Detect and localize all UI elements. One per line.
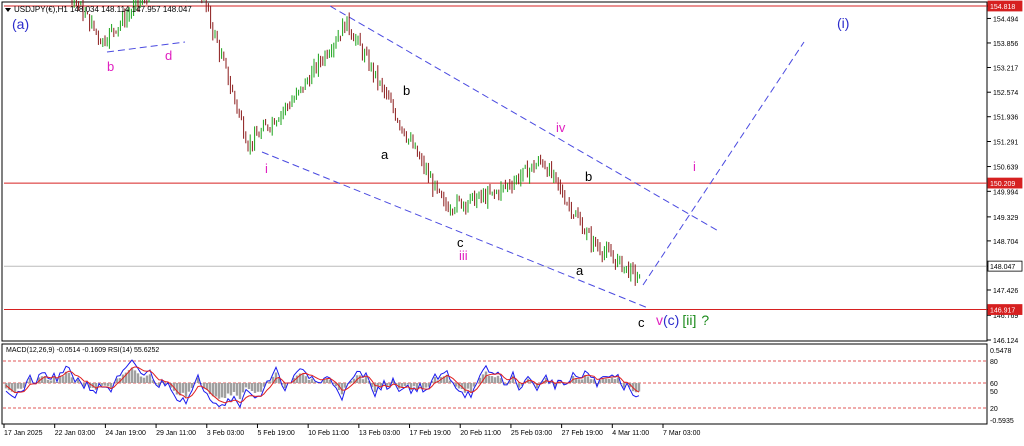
indicator-tick-label: 50 <box>990 389 998 396</box>
time-tick-label: 25 Feb 03:00 <box>511 430 552 437</box>
final-wave-label: v(c) [ii]? <box>656 312 709 328</box>
price-tick-label: 151.291 <box>993 139 1018 146</box>
price-tick-label: 149.329 <box>993 215 1018 222</box>
final-label-ii: [ii] <box>682 312 696 328</box>
time-tick-label: 7 Mar 03:00 <box>663 430 700 437</box>
chart-svg: USDJPY(€),H1 148.034 148.114 147.957 148… <box>1 0 1023 437</box>
price-tick-label: 154.494 <box>993 16 1018 23</box>
time-tick-label: 13 Feb 03:00 <box>359 430 400 437</box>
wave-label-a-black-2: a <box>576 263 584 278</box>
time-tick-label: 27 Feb 19:00 <box>562 430 603 437</box>
time-tick-label: 5 Feb 19:00 <box>257 430 294 437</box>
price-tick-label: 148.704 <box>993 239 1018 246</box>
final-label-question: ? <box>701 312 709 328</box>
chart-container: USDJPY(€),H1 148.034 148.114 147.957 148… <box>0 0 1024 441</box>
price-label-text: 150.209 <box>990 181 1015 188</box>
price-tick-label: 149.994 <box>993 189 1018 196</box>
time-tick-label: 3 Feb 03:00 <box>207 430 244 437</box>
indicator-tick-label: 60 <box>990 381 998 388</box>
time-tick-label: 10 Feb 11:00 <box>308 430 349 437</box>
wave-label-i-pink-right: i <box>693 159 696 174</box>
price-tick-label: 151.936 <box>993 115 1018 122</box>
time-tick-label: 17 Jan 2025 <box>4 430 43 437</box>
indicator-tick-label: 0.5478 <box>990 348 1012 355</box>
indicator-axis: 0.5478 80 6050 20 -0.5935 <box>990 348 1014 425</box>
price-label-text: 154.818 <box>990 4 1015 11</box>
wave-label-d-pink: d <box>165 48 172 63</box>
price-axis: 154.818 154.494 153.856 153.217 152.574 151.9… <box>987 0 1023 345</box>
price-tick-label: 150.639 <box>993 165 1018 172</box>
time-tick-label: 20 Feb 11:00 <box>460 430 501 437</box>
wave-label-iii-pink: iii <box>459 248 468 263</box>
price-tick-label: 147.426 <box>993 288 1018 295</box>
wave-label-b-black-1: b <box>403 83 410 98</box>
wave-label-iv-pink: iv <box>556 120 566 135</box>
final-label-v: v <box>656 312 663 328</box>
main-title: USDJPY(€),H1 148.034 148.114 147.957 148… <box>14 5 192 14</box>
time-tick-label: 17 Feb 19:00 <box>410 430 451 437</box>
final-label-c: (c) <box>663 312 679 328</box>
time-axis: 17 Jan 2025 22 Jan 03:00 24 Jan 19:00 29 Ja… <box>3 424 700 437</box>
time-tick-label: 24 Jan 19:00 <box>105 430 146 437</box>
wave-label-b-pink: b <box>107 59 114 74</box>
price-tick-label: 153.217 <box>993 66 1018 73</box>
wave-label-i-pink-left: i <box>265 161 268 176</box>
time-tick-label: 4 Mar 11:00 <box>612 430 649 437</box>
wave-label-i-paren: (i) <box>837 15 849 31</box>
time-tick-label: 29 Jan 11:00 <box>156 430 196 437</box>
price-label-text: 148.047 <box>990 264 1015 271</box>
sub-panel-frame <box>1 343 988 425</box>
indicator-tick-label: -0.5935 <box>990 418 1014 425</box>
sub-title: MACD(12,26,9) -0.0514 -0.1609 RSI(14) 55… <box>6 347 159 354</box>
time-tick-label: 22 Jan 03:00 <box>55 430 96 437</box>
wave-label-a-paren: (a) <box>12 16 29 32</box>
indicator-tick-label: 20 <box>990 406 998 413</box>
wave-label-a-black-1: a <box>381 147 389 162</box>
price-label-text: 146.917 <box>990 308 1015 315</box>
indicator-tick-label: 80 <box>990 359 998 366</box>
price-tick-label: 146.124 <box>993 338 1018 345</box>
price-tick-label: 153.856 <box>993 41 1018 48</box>
wave-label-c-black-2: c <box>638 315 645 330</box>
price-tick-label: 152.574 <box>993 90 1018 97</box>
wave-label-b-black-2: b <box>585 169 592 184</box>
main-panel-frame <box>1 1 988 342</box>
